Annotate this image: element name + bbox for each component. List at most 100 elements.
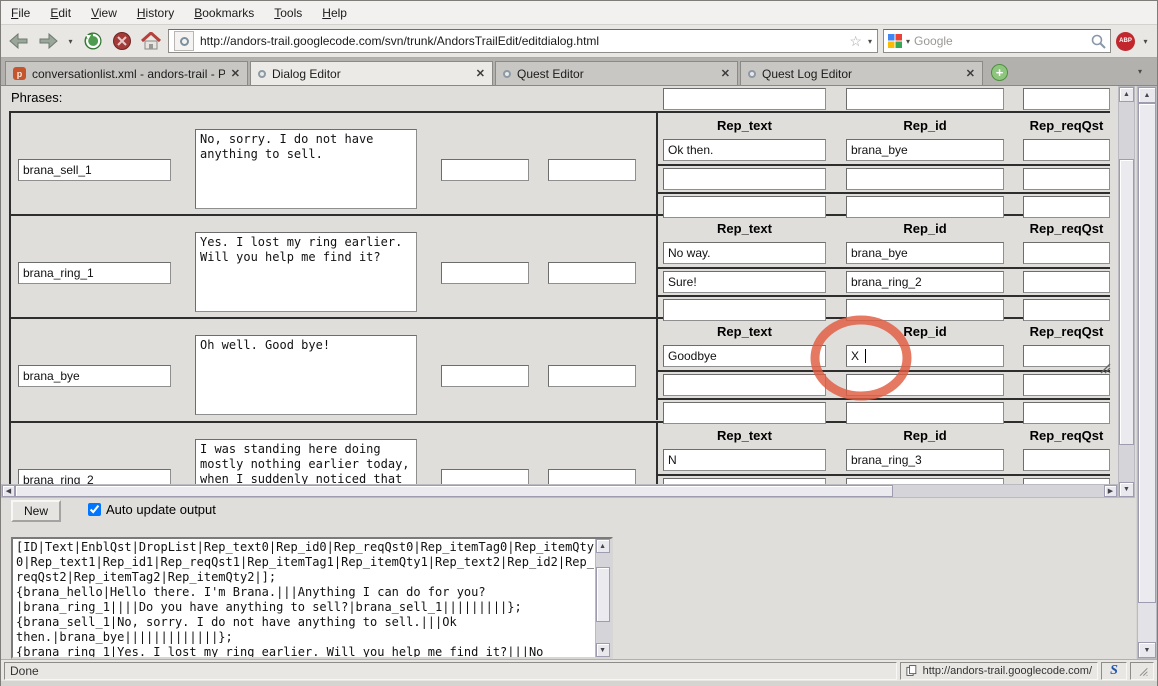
menu-history[interactable]: History: [137, 6, 174, 20]
s-extension-panel[interactable]: S: [1101, 662, 1127, 680]
reply-id-input[interactable]: [846, 402, 1004, 424]
address-bar[interactable]: ☆ ▾: [168, 29, 878, 53]
phrase-id-input[interactable]: [18, 159, 171, 181]
reply-id-input[interactable]: [846, 168, 1004, 190]
reply-text-input[interactable]: [663, 449, 826, 471]
reply-id-input[interactable]: [846, 271, 1004, 293]
tab-dialog-editor[interactable]: Dialog Editor ✕: [250, 61, 493, 85]
scroll-down-icon[interactable]: ▼: [1138, 642, 1156, 658]
menu-bookmarks[interactable]: Bookmarks: [194, 6, 254, 20]
url-dropdown-icon[interactable]: ▾: [868, 37, 872, 46]
scroll-down-icon[interactable]: ▼: [596, 643, 610, 657]
history-dropdown-icon[interactable]: ▾: [65, 29, 76, 53]
window-vertical-scrollbar[interactable]: ▲ ▼: [1137, 86, 1157, 659]
forward-icon[interactable]: [36, 29, 60, 53]
search-engine-dropdown-icon[interactable]: ▾: [906, 37, 910, 46]
close-tab-icon[interactable]: ✕: [231, 67, 240, 80]
reply-reqqst-input[interactable]: [1023, 271, 1110, 293]
reply-id-input[interactable]: [846, 345, 1004, 367]
reply-text-input[interactable]: [663, 168, 826, 190]
reply-id-input[interactable]: [846, 374, 1004, 396]
phrase-enblqst-input[interactable]: [441, 365, 529, 387]
reply-reqqst-input[interactable]: [1023, 449, 1110, 471]
reply-id-input[interactable]: [846, 88, 1004, 110]
scroll-left-icon[interactable]: ◀: [2, 485, 15, 497]
phrase-text-area[interactable]: [195, 439, 417, 484]
search-input[interactable]: [914, 34, 1087, 48]
reply-reqqst-input[interactable]: [1023, 374, 1110, 396]
home-icon[interactable]: [139, 29, 163, 53]
phrase-droplist-input[interactable]: [548, 469, 636, 484]
reply-id-input[interactable]: [846, 242, 1004, 264]
phrase-enblqst-input[interactable]: [441, 262, 529, 284]
reply-text-input[interactable]: [663, 374, 826, 396]
resize-grip-icon[interactable]: [1097, 362, 1111, 374]
close-tab-icon[interactable]: ✕: [476, 67, 485, 80]
reply-reqqst-input[interactable]: [1023, 402, 1110, 424]
reply-text-input[interactable]: [663, 242, 826, 264]
close-tab-icon[interactable]: ✕: [966, 67, 975, 80]
reload-icon[interactable]: [81, 29, 105, 53]
reply-reqqst-input[interactable]: [1023, 299, 1110, 321]
reply-reqqst-input[interactable]: [1023, 196, 1110, 218]
tab-quest-editor[interactable]: Quest Editor ✕: [495, 61, 738, 85]
url-input[interactable]: [200, 34, 843, 48]
new-button[interactable]: New: [11, 500, 61, 522]
reply-text-input[interactable]: [663, 299, 826, 321]
reply-reqqst-input[interactable]: [1023, 168, 1110, 190]
phrase-id-input[interactable]: [18, 365, 171, 387]
menu-tools[interactable]: Tools: [274, 6, 302, 20]
tab-conversationlist[interactable]: p conversationlist.xml - andors-trail - …: [5, 61, 248, 85]
bookmark-star-icon[interactable]: ☆: [849, 33, 862, 50]
scroll-up-icon[interactable]: ▲: [1119, 87, 1134, 102]
output-textarea[interactable]: [ID|Text|EnblQst|DropList|Rep_text0|Rep_…: [13, 539, 595, 657]
menu-file[interactable]: File: [11, 6, 30, 20]
scrollbar-thumb[interactable]: [1138, 103, 1156, 603]
output-scrollbar[interactable]: ▲ ▼: [595, 539, 611, 657]
phrase-droplist-input[interactable]: [548, 159, 636, 181]
scrollbar-thumb[interactable]: [15, 485, 893, 497]
menu-edit[interactable]: Edit: [50, 6, 71, 20]
scroll-right-icon[interactable]: ▶: [1104, 485, 1117, 497]
phrase-droplist-input[interactable]: [548, 365, 636, 387]
phrase-enblqst-input[interactable]: [441, 469, 529, 484]
phrase-enblqst-input[interactable]: [441, 159, 529, 181]
phrase-text-area[interactable]: [195, 335, 417, 415]
reply-reqqst-input[interactable]: [1023, 139, 1110, 161]
scrollbar-thumb[interactable]: [596, 567, 610, 622]
scrollbar-thumb[interactable]: [1119, 159, 1134, 445]
reply-id-input[interactable]: [846, 299, 1004, 321]
auto-update-checkbox[interactable]: [88, 503, 101, 516]
phrase-text-area[interactable]: [195, 129, 417, 209]
menu-help[interactable]: Help: [322, 6, 347, 20]
reply-text-input[interactable]: [663, 402, 826, 424]
reply-id-input[interactable]: [846, 139, 1004, 161]
reply-text-input[interactable]: [663, 345, 826, 367]
horizontal-scrollbar[interactable]: ◀ ▶: [1, 484, 1118, 498]
magnifier-icon[interactable]: [1091, 34, 1106, 49]
reply-id-input[interactable]: [846, 449, 1004, 471]
adblock-plus-icon[interactable]: ABP: [1116, 32, 1135, 51]
tab-list-dropdown-icon[interactable]: ▾: [1127, 60, 1153, 82]
inner-vertical-scrollbar[interactable]: ▲ ▼: [1118, 86, 1135, 498]
scroll-up-icon[interactable]: ▲: [596, 539, 610, 553]
reply-reqqst-input[interactable]: [1023, 242, 1110, 264]
reply-text-input[interactable]: [663, 139, 826, 161]
phrase-text-area[interactable]: [195, 232, 417, 312]
close-tab-icon[interactable]: ✕: [721, 67, 730, 80]
search-bar[interactable]: ▾: [883, 29, 1111, 53]
phrase-id-input[interactable]: [18, 262, 171, 284]
scroll-down-icon[interactable]: ▼: [1119, 482, 1134, 497]
menu-view[interactable]: View: [91, 6, 117, 20]
window-resize-grip[interactable]: [1130, 662, 1154, 680]
phrase-id-input[interactable]: [18, 469, 171, 484]
phrase-droplist-input[interactable]: [548, 262, 636, 284]
back-icon[interactable]: [7, 29, 31, 53]
tab-quest-log-editor[interactable]: Quest Log Editor ✕: [740, 61, 983, 85]
reply-reqqst-input[interactable]: [1023, 88, 1110, 110]
stop-icon[interactable]: [110, 29, 134, 53]
reply-text-input[interactable]: [663, 88, 826, 110]
reply-text-input[interactable]: [663, 271, 826, 293]
reply-id-input[interactable]: [846, 196, 1004, 218]
scroll-up-icon[interactable]: ▲: [1138, 87, 1156, 103]
